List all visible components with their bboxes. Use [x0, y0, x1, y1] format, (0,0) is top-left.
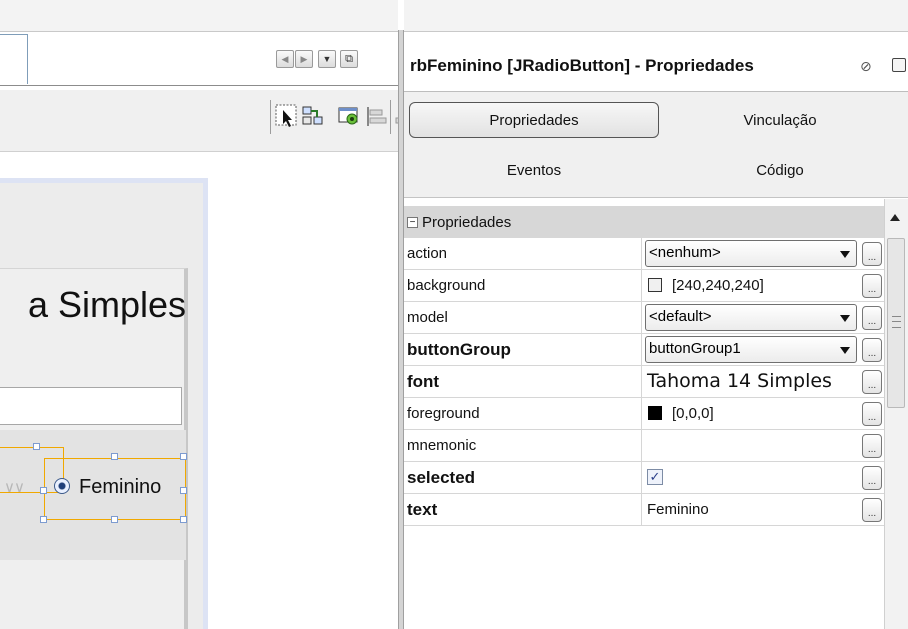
property-row-selected: selected ✓ ...	[404, 462, 884, 494]
connection-mode-icon[interactable]	[300, 102, 326, 130]
column-separator	[641, 270, 642, 301]
scrollbar-grip-icon	[892, 316, 901, 328]
combo-value: <default>	[649, 308, 712, 325]
property-row-action: action <nenhum> ...	[404, 238, 884, 270]
properties-top-strip	[404, 0, 908, 32]
preview-design-icon[interactable]	[336, 102, 362, 130]
resize-handle[interactable]	[111, 516, 118, 523]
font-value[interactable]: Tahoma 14 Simples	[647, 366, 832, 397]
resize-handle[interactable]	[40, 487, 47, 494]
property-name: mnemonic	[407, 437, 477, 454]
property-row-buttongroup: buttonGroup buttonGroup1 ...	[404, 334, 884, 366]
column-separator	[641, 302, 642, 333]
property-name: model	[407, 309, 448, 326]
mnemonic-customizer-button[interactable]: ...	[862, 434, 882, 458]
property-name: action	[407, 245, 448, 262]
background-value[interactable]: [240,240,240]	[644, 270, 764, 301]
radio-button-indicator[interactable]	[54, 478, 70, 494]
font-customizer-button[interactable]: ...	[862, 370, 882, 394]
close-window-icon[interactable]: ⊘	[860, 58, 872, 75]
property-row-text: text Feminino ...	[404, 494, 884, 526]
designer-top-strip	[0, 0, 398, 32]
foreground-value-text: [0,0,0]	[672, 405, 714, 422]
background-value-text: [240,240,240]	[672, 277, 764, 294]
foreground-value[interactable]: [0,0,0]	[644, 398, 714, 429]
column-separator	[641, 334, 642, 365]
column-separator	[641, 398, 642, 429]
property-row-foreground: foreground [0,0,0] ...	[404, 398, 884, 430]
column-separator	[641, 430, 642, 461]
foreground-customizer-button[interactable]: ...	[862, 402, 882, 426]
tab-vinculacao[interactable]: Vinculação	[680, 102, 880, 138]
radio-button-feminino-label[interactable]: Feminino	[79, 476, 161, 499]
scroll-tabs-right-icon[interactable]: ▶	[295, 50, 313, 68]
align-left-icon[interactable]	[364, 102, 390, 130]
column-separator	[641, 366, 642, 397]
property-name: background	[407, 277, 486, 294]
property-row-model: model <default> ...	[404, 302, 884, 334]
resize-handle[interactable]	[180, 516, 187, 523]
column-separator	[641, 462, 642, 493]
properties-window-title[interactable]: rbFeminino [JRadioButton] - Propriedades	[410, 56, 754, 76]
section-label: Propriedades	[422, 213, 512, 231]
chevron-down-icon	[840, 315, 850, 322]
background-customizer-button[interactable]: ...	[862, 274, 882, 298]
restore-window-icon[interactable]: ⧉	[340, 50, 358, 68]
selected-checkbox[interactable]: ✓	[647, 469, 663, 485]
scroll-up-arrow-icon[interactable]	[890, 214, 900, 221]
action-customizer-button[interactable]: ...	[862, 242, 882, 266]
tab-eventos[interactable]: Eventos	[409, 152, 659, 188]
combo-value: buttonGroup1	[649, 340, 741, 357]
model-customizer-button[interactable]: ...	[862, 306, 882, 330]
toolbar-separator	[390, 100, 391, 134]
tab-codigo[interactable]: Código	[680, 152, 880, 188]
property-row-background: background [240,240,240] ...	[404, 270, 884, 302]
selection-mode-icon[interactable]	[274, 102, 300, 130]
property-name: buttonGroup	[407, 340, 511, 359]
property-row-mnemonic: mnemonic ...	[404, 430, 884, 462]
property-name: text	[407, 500, 438, 519]
color-swatch	[648, 278, 662, 292]
resize-handle[interactable]	[33, 443, 40, 450]
buttongroup-customizer-button[interactable]: ...	[862, 338, 882, 362]
property-name: font	[407, 372, 440, 391]
action-combo[interactable]: <nenhum>	[645, 240, 857, 267]
collapse-section-icon[interactable]: −	[407, 216, 418, 228]
form-title-label[interactable]: a Simples	[0, 284, 186, 326]
tab-list-dropdown-icon[interactable]: ▼	[318, 50, 336, 68]
combo-value: <nenhum>	[649, 244, 721, 261]
scroll-tabs-left-icon[interactable]: ◀	[276, 50, 294, 68]
name-text-field[interactable]	[0, 387, 182, 425]
maximize-window-icon[interactable]	[892, 58, 906, 72]
text-customizer-button[interactable]: ...	[862, 498, 882, 522]
toolbar-separator	[270, 100, 271, 134]
chevron-down-icon	[840, 347, 850, 354]
tab-propriedades[interactable]: Propriedades	[409, 102, 659, 138]
buttongroup-combo[interactable]: buttonGroup1	[645, 336, 857, 363]
property-name: foreground	[407, 405, 480, 422]
property-row-font: font Tahoma 14 Simples ...	[404, 366, 884, 398]
column-separator	[641, 494, 642, 525]
chevron-down-icon	[840, 251, 850, 258]
selected-customizer-button[interactable]: ...	[862, 466, 882, 490]
properties-section-header[interactable]: − Propriedades	[404, 206, 884, 238]
property-name: selected	[407, 468, 476, 487]
designer-tab-bar	[0, 34, 398, 86]
resize-handle[interactable]	[111, 453, 118, 460]
text-value[interactable]: Feminino	[647, 494, 709, 525]
column-separator	[641, 238, 642, 269]
resize-handle[interactable]	[180, 453, 187, 460]
color-swatch	[648, 406, 662, 420]
resize-handle[interactable]	[40, 516, 47, 523]
model-combo[interactable]: <default>	[645, 304, 857, 331]
designer-tab[interactable]	[0, 34, 28, 84]
resize-handle[interactable]	[180, 487, 187, 494]
